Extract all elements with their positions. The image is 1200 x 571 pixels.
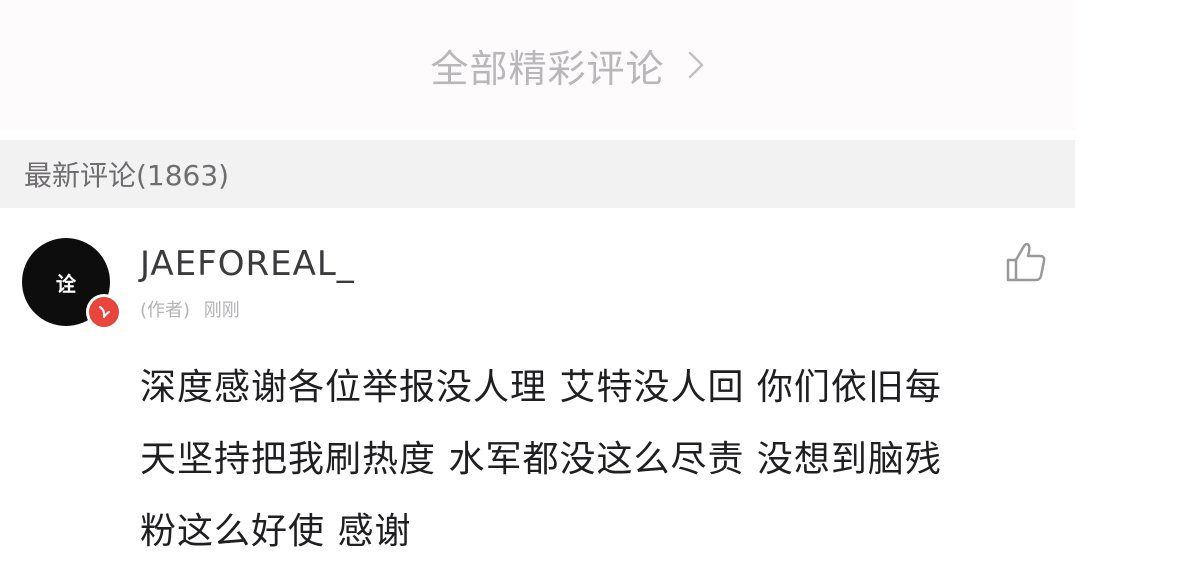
comment-line: 深度感谢各位举报没人理 艾特没人回 你们依旧每	[140, 367, 942, 408]
verified-badge-icon	[86, 294, 122, 330]
comment-time: 刚刚	[203, 300, 240, 321]
comment-line: 天坚持把我刷热度 水军都没这么尽责 没想到脑残	[140, 439, 942, 480]
comments-page: 全部精彩评论 最新评论(1863) 诠 JAEFOREAL_ (作者) 刚刚 深…	[0, 0, 1200, 571]
comment-username[interactable]: JAEFOREAL_	[140, 244, 355, 284]
all-comments-label: 全部精彩评论	[430, 46, 665, 91]
latest-comments-header: 最新评论(1863)	[0, 140, 1075, 208]
comment-text: 深度感谢各位举报没人理 艾特没人回 你们依旧每 天坚持把我刷热度 水军都没这么尽…	[140, 352, 1040, 568]
comment-line: 粉这么好使 感谢	[140, 511, 412, 552]
author-tag: (作者)	[140, 300, 191, 321]
all-comments-link[interactable]: 全部精彩评论	[0, 0, 1075, 130]
comment-meta: (作者) 刚刚	[140, 296, 240, 322]
latest-comments-title: 最新评论(1863)	[24, 159, 230, 192]
avatar-text: 诠	[56, 271, 76, 296]
thumbs-up-icon	[1002, 238, 1050, 290]
comment-item: 诠 JAEFOREAL_ (作者) 刚刚 深度感谢各位举报没人理 艾特没人回 你…	[0, 220, 1075, 571]
right-margin	[1075, 0, 1200, 571]
like-button[interactable]	[1000, 238, 1052, 290]
chevron-right-icon	[687, 49, 705, 81]
